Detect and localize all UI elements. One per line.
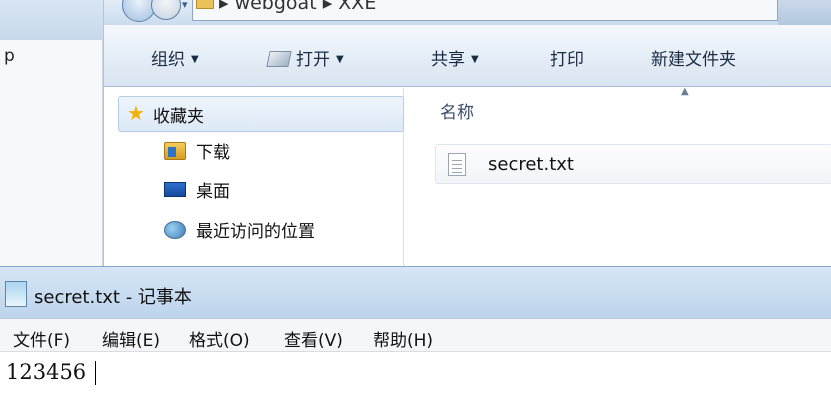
share-label: 共享 [431, 50, 465, 70]
downloads-folder-icon [164, 141, 186, 160]
open-label: 打开 [296, 50, 330, 70]
folder-icon [196, 0, 214, 9]
sidebar-item-downloads[interactable]: 下载 [164, 138, 230, 163]
open-button[interactable]: 打开 ▼ [266, 45, 344, 70]
notepad-titlebar[interactable]: secret.txt - 记事本 [0, 266, 831, 318]
menu-view[interactable]: 查看(V) [284, 326, 343, 351]
chevron-down-icon: ▼ [471, 54, 479, 65]
file-name: secret.txt [488, 153, 574, 175]
history-dropdown-icon[interactable]: ▾ [182, 0, 188, 11]
desktop: p ▾ ▸ webgoat ▸ XXE 组织 ▼ 打开 ▼ 共享 ▼ 打印 新建文件夹… [0, 0, 831, 401]
sidebar-item-desktop[interactable]: 桌面 [164, 177, 230, 202]
breadcrumb[interactable]: ▸ webgoat ▸ XXE [219, 0, 376, 14]
chevron-down-icon: ▼ [336, 54, 344, 65]
menu-format[interactable]: 格式(O) [189, 326, 250, 351]
menu-file[interactable]: 文件(F) [13, 326, 70, 351]
sort-arrow-icon: ▲ [681, 86, 689, 97]
menu-bar: 文件(F) 编辑(E) 格式(O) 查看(V) 帮助(H) [0, 318, 831, 352]
chevron-down-icon: ▼ [191, 54, 199, 65]
new-folder-button[interactable]: 新建文件夹 [651, 45, 736, 70]
desktop-icon [164, 182, 186, 197]
background-window-titlebar [0, 0, 103, 40]
downloads-label: 下载 [196, 143, 230, 163]
share-button[interactable]: 共享 ▼ [431, 45, 479, 70]
command-bar: 组织 ▼ 打开 ▼ 共享 ▼ 打印 新建文件夹 [104, 25, 831, 87]
text-editor-area[interactable]: 123456 [0, 352, 831, 401]
file-item-secret-txt[interactable]: secret.txt [435, 144, 831, 184]
sidebar-item-recent-places[interactable]: 最近访问的位置 [164, 217, 315, 242]
background-window-text: p [4, 46, 15, 66]
recent-places-label: 最近访问的位置 [196, 222, 315, 242]
menu-help[interactable]: 帮助(H) [373, 326, 433, 351]
desktop-label: 桌面 [196, 182, 230, 202]
text-file-icon [448, 152, 466, 176]
text-cursor [95, 361, 96, 385]
breadcrumb-item-xxe[interactable]: XXE [338, 0, 376, 14]
organize-label: 组织 [151, 50, 185, 70]
address-bar-area: ▾ ▸ webgoat ▸ XXE [104, 0, 831, 25]
search-area[interactable] [778, 0, 831, 25]
sidebar-item-favorites[interactable]: ★ 收藏夹 [118, 96, 404, 132]
forward-button[interactable] [151, 0, 181, 20]
navigation-pane: ★ 收藏夹 下载 桌面 最近访问的位置 [104, 88, 404, 266]
background-window[interactable]: p [0, 0, 103, 266]
star-icon: ★ [127, 101, 145, 125]
column-header-name[interactable]: 名称 [440, 98, 474, 123]
notepad-title: secret.txt - 记事本 [34, 287, 192, 308]
organize-button[interactable]: 组织 ▼ [151, 45, 199, 70]
menu-edit[interactable]: 编辑(E) [102, 326, 160, 351]
recent-places-icon [164, 220, 186, 239]
open-icon [266, 51, 292, 67]
breadcrumb-item-webgoat[interactable]: webgoat [235, 0, 317, 14]
favorites-label: 收藏夹 [153, 106, 204, 127]
print-button[interactable]: 打印 [550, 45, 584, 70]
notepad-icon [5, 281, 27, 307]
explorer-window[interactable]: ▾ ▸ webgoat ▸ XXE 组织 ▼ 打开 ▼ 共享 ▼ 打印 新建文件夹 ★… [103, 0, 831, 266]
editor-content[interactable]: 123456 [6, 360, 86, 384]
notepad-window[interactable]: secret.txt - 记事本 文件(F) 编辑(E) 格式(O) 查看(V)… [0, 266, 831, 401]
